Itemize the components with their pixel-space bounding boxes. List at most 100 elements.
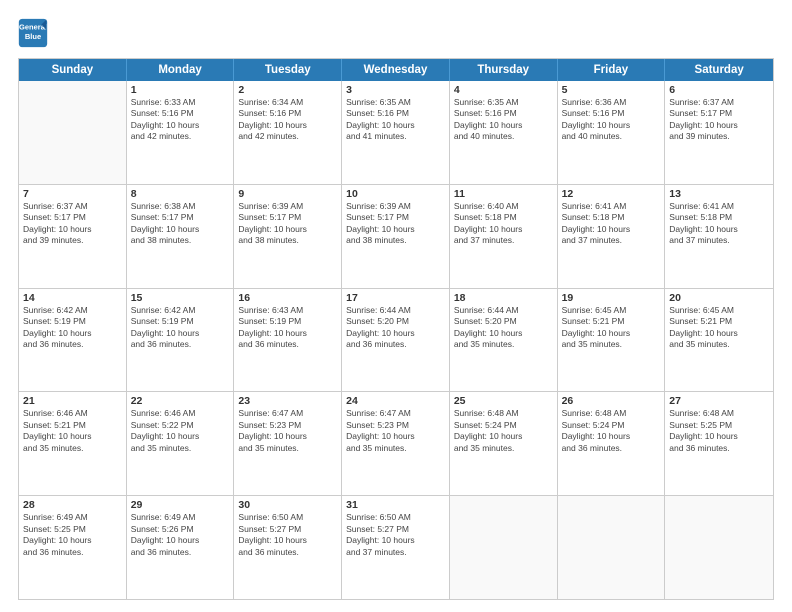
- day-number: 25: [454, 395, 553, 407]
- daylight-text: and 37 minutes.: [562, 235, 661, 246]
- sunset-text: Sunset: 5:23 PM: [346, 420, 445, 431]
- sunset-text: Sunset: 5:26 PM: [131, 524, 230, 535]
- daylight-text: Daylight: 10 hours: [346, 120, 445, 131]
- sunset-text: Sunset: 5:19 PM: [131, 316, 230, 327]
- sunset-text: Sunset: 5:16 PM: [454, 108, 553, 119]
- calendar-cell: 31Sunrise: 6:50 AMSunset: 5:27 PMDayligh…: [342, 496, 450, 599]
- daylight-text: and 36 minutes.: [669, 443, 769, 454]
- calendar-cell: 3Sunrise: 6:35 AMSunset: 5:16 PMDaylight…: [342, 81, 450, 184]
- daylight-text: and 36 minutes.: [23, 339, 122, 350]
- calendar-cell: 12Sunrise: 6:41 AMSunset: 5:18 PMDayligh…: [558, 185, 666, 288]
- calendar-cell: 23Sunrise: 6:47 AMSunset: 5:23 PMDayligh…: [234, 392, 342, 495]
- daylight-text: Daylight: 10 hours: [23, 535, 122, 546]
- sunset-text: Sunset: 5:17 PM: [346, 212, 445, 223]
- weekday-header: Sunday: [19, 59, 127, 81]
- svg-text:Blue: Blue: [25, 32, 41, 41]
- day-number: 27: [669, 395, 769, 407]
- daylight-text: and 35 minutes.: [238, 443, 337, 454]
- daylight-text: and 35 minutes.: [454, 443, 553, 454]
- sunset-text: Sunset: 5:27 PM: [238, 524, 337, 535]
- day-number: 16: [238, 292, 337, 304]
- page: General Blue SundayMondayTuesdayWednesda…: [0, 0, 792, 612]
- sunset-text: Sunset: 5:20 PM: [454, 316, 553, 327]
- sunset-text: Sunset: 5:16 PM: [346, 108, 445, 119]
- sunrise-text: Sunrise: 6:37 AM: [669, 97, 769, 108]
- calendar-cell: 15Sunrise: 6:42 AMSunset: 5:19 PMDayligh…: [127, 289, 235, 392]
- sunrise-text: Sunrise: 6:41 AM: [562, 201, 661, 212]
- calendar-cell: 5Sunrise: 6:36 AMSunset: 5:16 PMDaylight…: [558, 81, 666, 184]
- daylight-text: Daylight: 10 hours: [238, 120, 337, 131]
- weekday-header: Tuesday: [234, 59, 342, 81]
- sunrise-text: Sunrise: 6:39 AM: [238, 201, 337, 212]
- daylight-text: and 36 minutes.: [562, 443, 661, 454]
- daylight-text: Daylight: 10 hours: [346, 328, 445, 339]
- day-number: 12: [562, 188, 661, 200]
- calendar-cell: 22Sunrise: 6:46 AMSunset: 5:22 PMDayligh…: [127, 392, 235, 495]
- calendar-cell: [450, 496, 558, 599]
- day-number: 29: [131, 499, 230, 511]
- day-number: 18: [454, 292, 553, 304]
- calendar-cell: 18Sunrise: 6:44 AMSunset: 5:20 PMDayligh…: [450, 289, 558, 392]
- sunset-text: Sunset: 5:19 PM: [23, 316, 122, 327]
- daylight-text: and 36 minutes.: [238, 547, 337, 558]
- daylight-text: and 41 minutes.: [346, 131, 445, 142]
- day-number: 6: [669, 84, 769, 96]
- calendar-row: 7Sunrise: 6:37 AM Sunset: 5:17 PM Daylight…: [19, 185, 773, 289]
- calendar-cell: 4Sunrise: 6:35 AMSunset: 5:16 PMDaylight…: [450, 81, 558, 184]
- daylight-text: and 35 minutes.: [346, 443, 445, 454]
- sunrise-text: Sunrise: 6:48 AM: [454, 408, 553, 419]
- weekday-header: Thursday: [450, 59, 558, 81]
- daylight-text: and 36 minutes.: [346, 339, 445, 350]
- calendar-cell: 14Sunrise: 6:42 AMSunset: 5:19 PMDayligh…: [19, 289, 127, 392]
- daylight-text: and 38 minutes.: [238, 235, 337, 246]
- sunrise-text: Sunrise: 6:45 AM: [562, 305, 661, 316]
- daylight-text: and 38 minutes.: [131, 235, 230, 246]
- sunset-text: Sunset: 5:24 PM: [454, 420, 553, 431]
- day-number: 31: [346, 499, 445, 511]
- calendar-cell: [19, 81, 127, 184]
- daylight-text: Daylight: 10 hours: [669, 120, 769, 131]
- calendar-cell: 25Sunrise: 6:48 AMSunset: 5:24 PMDayligh…: [450, 392, 558, 495]
- daylight-text: and 37 minutes.: [669, 235, 769, 246]
- day-number: 5: [562, 84, 661, 96]
- calendar-cell: 24Sunrise: 6:47 AMSunset: 5:23 PMDayligh…: [342, 392, 450, 495]
- sunrise-text: Sunrise: 6:50 AM: [346, 512, 445, 523]
- daylight-text: Daylight: 10 hours: [131, 535, 230, 546]
- day-number: 4: [454, 84, 553, 96]
- day-number: 22: [131, 395, 230, 407]
- daylight-text: and 37 minutes.: [454, 235, 553, 246]
- daylight-text: Daylight: 10 hours: [346, 431, 445, 442]
- daylight-text: Daylight: 10 hours: [131, 328, 230, 339]
- sunset-text: Sunset: 5:24 PM: [562, 420, 661, 431]
- sunrise-text: Sunrise: 6:48 AM: [669, 408, 769, 419]
- daylight-text: Daylight: 10 hours: [23, 224, 122, 235]
- sunset-text: Sunset: 5:21 PM: [562, 316, 661, 327]
- daylight-text: and 40 minutes.: [454, 131, 553, 142]
- daylight-text: and 42 minutes.: [238, 131, 337, 142]
- sunset-text: Sunset: 5:17 PM: [238, 212, 337, 223]
- day-number: 8: [131, 188, 230, 200]
- daylight-text: Daylight: 10 hours: [669, 328, 769, 339]
- day-number: 17: [346, 292, 445, 304]
- calendar-cell: 7Sunrise: 6:37 AMSunset: 5:17 PMDaylight…: [19, 185, 127, 288]
- day-number: 20: [669, 292, 769, 304]
- calendar-cell: [558, 496, 666, 599]
- sunrise-text: Sunrise: 6:35 AM: [454, 97, 553, 108]
- day-number: 23: [238, 395, 337, 407]
- calendar-row: 14Sunrise: 6:42 AMSunset: 5:19 PMDayligh…: [19, 289, 773, 393]
- day-number: 24: [346, 395, 445, 407]
- daylight-text: Daylight: 10 hours: [669, 431, 769, 442]
- daylight-text: Daylight: 10 hours: [562, 431, 661, 442]
- daylight-text: Daylight: 10 hours: [131, 431, 230, 442]
- daylight-text: and 39 minutes.: [669, 131, 769, 142]
- sunrise-text: Sunrise: 6:40 AM: [454, 201, 553, 212]
- day-number: 21: [23, 395, 122, 407]
- daylight-text: Daylight: 10 hours: [562, 224, 661, 235]
- sunrise-text: Sunrise: 6:37 AM: [23, 201, 122, 212]
- calendar-cell: 1Sunrise: 6:33 AMSunset: 5:16 PMDaylight…: [127, 81, 235, 184]
- calendar-cell: 28Sunrise: 6:49 AMSunset: 5:25 PMDayligh…: [19, 496, 127, 599]
- sunset-text: Sunset: 5:18 PM: [454, 212, 553, 223]
- day-number: 7: [23, 188, 122, 200]
- calendar-cell: 11Sunrise: 6:40 AMSunset: 5:18 PMDayligh…: [450, 185, 558, 288]
- sunset-text: Sunset: 5:21 PM: [669, 316, 769, 327]
